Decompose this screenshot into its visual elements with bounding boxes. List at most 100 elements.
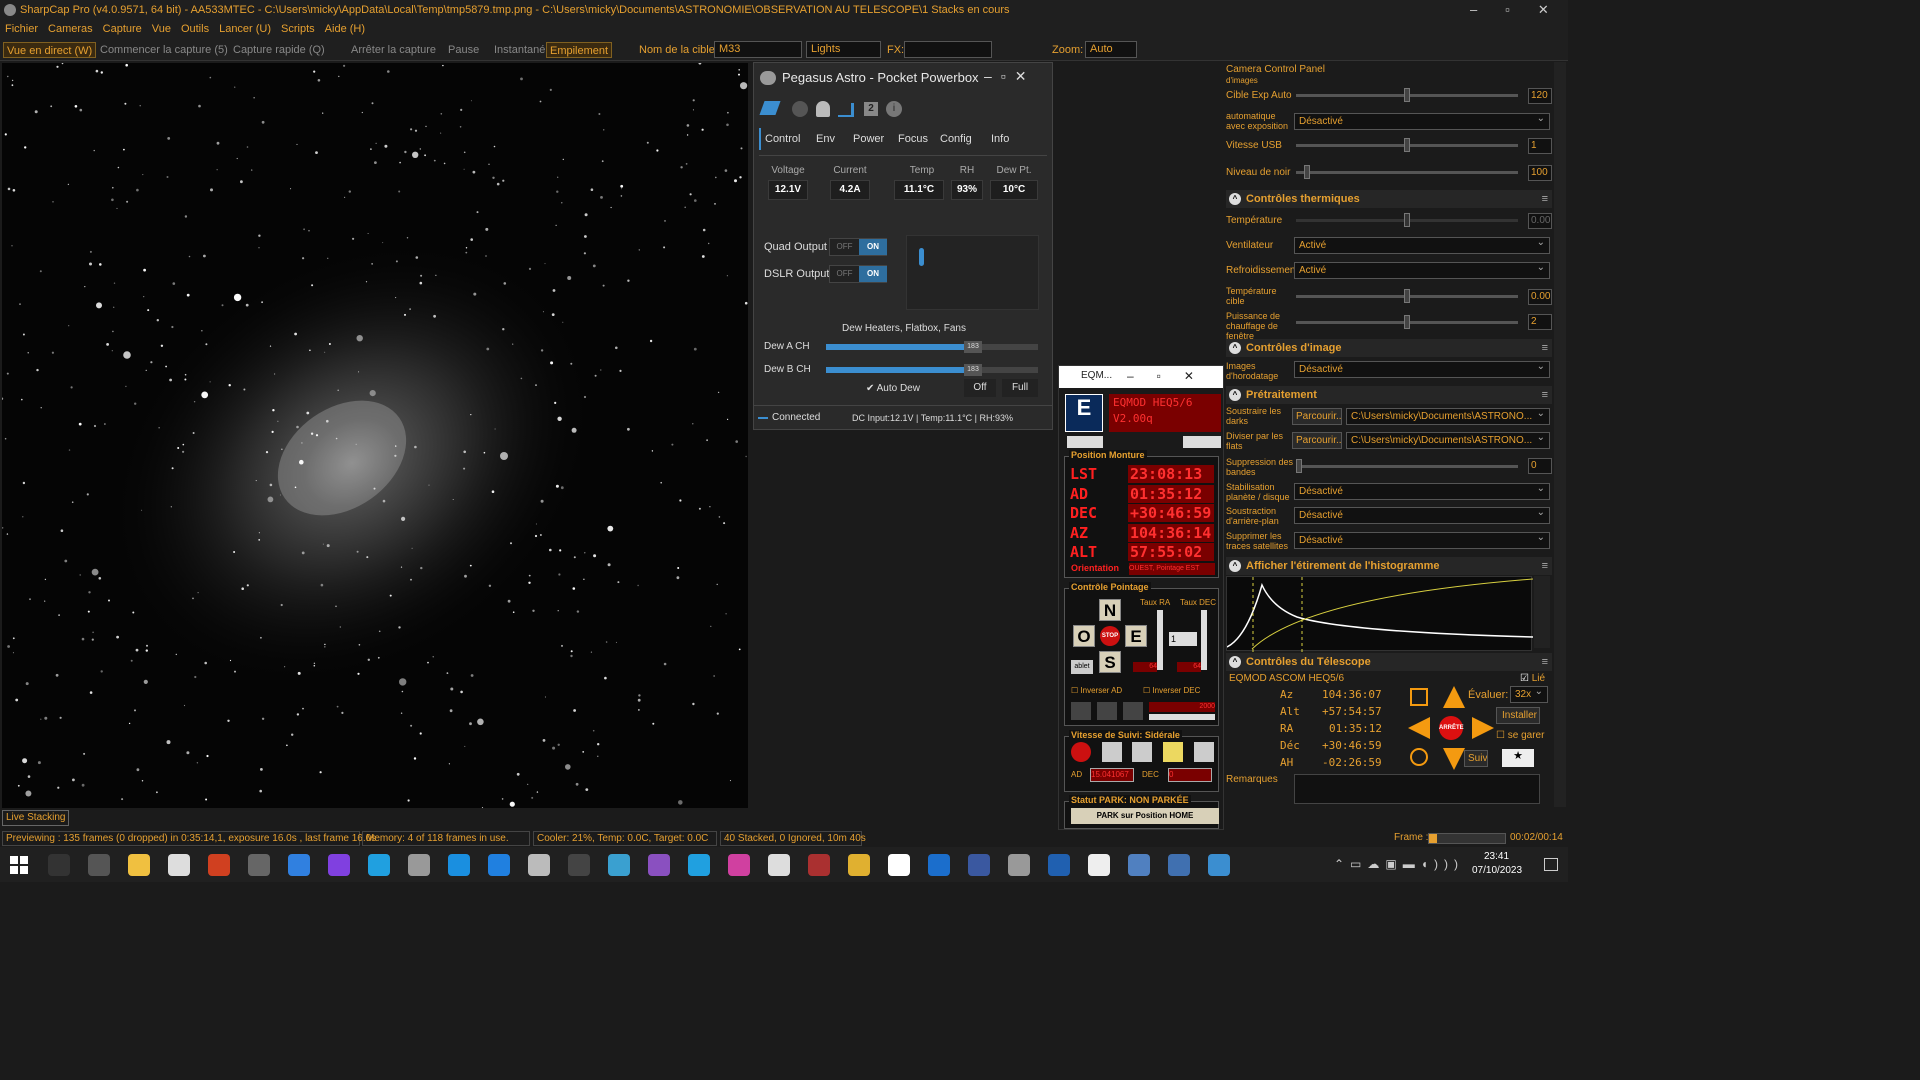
taskbar-app-icon[interactable] bbox=[128, 854, 150, 876]
menu-aide[interactable]: Aide (H) bbox=[320, 20, 370, 39]
stop-button[interactable]: STOP bbox=[1100, 626, 1120, 646]
taskbar-app-icon[interactable] bbox=[648, 854, 670, 876]
dslr-output-toggle[interactable]: OFF ON bbox=[829, 265, 887, 283]
arrow-left-icon[interactable] bbox=[1408, 717, 1430, 739]
invert-ad-checkbox[interactable]: ☐ Inverser AD bbox=[1071, 686, 1122, 695]
menu-scripts[interactable]: Scripts bbox=[276, 20, 320, 39]
taskbar-app-icon[interactable] bbox=[528, 854, 550, 876]
darks-browse-button[interactable]: Parcourir... bbox=[1292, 408, 1342, 425]
tab-power[interactable]: Power bbox=[853, 133, 884, 145]
track-lunar-icon[interactable] bbox=[1132, 742, 1152, 762]
star-select[interactable]: ★ bbox=[1502, 749, 1534, 767]
cooling-select[interactable]: Activé bbox=[1294, 260, 1550, 279]
taskbar-app-icon[interactable] bbox=[208, 854, 230, 876]
menu-icon[interactable]: ≡ bbox=[1542, 653, 1548, 671]
telescope-controls-header[interactable]: ^ Contrôles du Télescope ≡ bbox=[1226, 653, 1552, 671]
pause-button[interactable]: Pause bbox=[448, 42, 479, 58]
stop-capture-button[interactable]: Arrêter la capture bbox=[351, 42, 436, 58]
sync-icon[interactable] bbox=[1410, 688, 1428, 706]
dew-a-slider[interactable] bbox=[826, 344, 1038, 350]
quick-capture-button[interactable]: Capture rapide (Q) bbox=[233, 42, 325, 58]
track-solar-icon[interactable] bbox=[1163, 742, 1183, 762]
taskbar-app-icon[interactable] bbox=[848, 854, 870, 876]
temperature-slider[interactable] bbox=[1296, 213, 1518, 227]
park-checkbox[interactable]: ☐ se garer bbox=[1496, 730, 1544, 741]
track-sidereal-icon[interactable] bbox=[1102, 742, 1122, 762]
taskbar-app-icon[interactable] bbox=[328, 854, 350, 876]
histogram-header[interactable]: ^ Afficher l'étirement de l'histogramme ≡ bbox=[1226, 557, 1552, 575]
track-custom-icon[interactable] bbox=[1194, 742, 1214, 762]
taskbar-app-icon[interactable] bbox=[168, 854, 190, 876]
window-heater-value[interactable]: 2 bbox=[1528, 314, 1552, 330]
taskbar-app-icon[interactable] bbox=[248, 854, 270, 876]
window-heater-slider[interactable] bbox=[1296, 315, 1518, 329]
start-capture-button[interactable]: Commencer la capture (5) bbox=[100, 42, 228, 58]
tab-focus[interactable]: Focus bbox=[898, 133, 928, 145]
live-view-button[interactable]: Vue en direct (W) bbox=[3, 42, 97, 58]
satellite-select[interactable]: Désactivé bbox=[1294, 530, 1550, 549]
frame-progress[interactable] bbox=[1428, 833, 1506, 844]
target-icon[interactable] bbox=[1410, 748, 1428, 766]
up-icon[interactable] bbox=[792, 101, 808, 117]
fan-select[interactable]: Activé bbox=[1294, 235, 1550, 254]
arrow-right-icon[interactable] bbox=[1472, 717, 1494, 739]
remarks-input[interactable] bbox=[1294, 774, 1540, 804]
taskbar-app-icon[interactable] bbox=[1128, 854, 1150, 876]
arrow-down-icon[interactable] bbox=[1443, 748, 1465, 770]
right-scrollbar[interactable] bbox=[1554, 62, 1566, 807]
pulse-slider[interactable] bbox=[1149, 714, 1215, 720]
invert-dec-checkbox[interactable]: ☐ Inverser DEC bbox=[1143, 686, 1200, 695]
rocket-icon[interactable] bbox=[816, 101, 830, 117]
taskbar-app-icon[interactable] bbox=[608, 854, 630, 876]
slew-stop-button[interactable]: ARRÊTE bbox=[1439, 716, 1464, 740]
menu-icon[interactable]: ≡ bbox=[1542, 190, 1548, 208]
menu-cameras[interactable]: Cameras bbox=[43, 20, 98, 39]
live-stacking-tab[interactable]: Live Stacking bbox=[2, 810, 70, 826]
taskbar-app-icon[interactable] bbox=[1048, 854, 1070, 876]
usb-speed-slider[interactable] bbox=[1296, 138, 1518, 152]
menu-outils[interactable]: Outils bbox=[176, 20, 214, 39]
black-level-slider[interactable] bbox=[1296, 165, 1518, 179]
taskbar-app-icon[interactable] bbox=[888, 854, 910, 876]
taskbar-app-icon[interactable] bbox=[768, 854, 790, 876]
rate-select[interactable]: 1 bbox=[1169, 632, 1197, 646]
linked-checkbox[interactable]: ☑ Lié bbox=[1520, 673, 1545, 684]
darks-path-select[interactable]: C:\Users\micky\Documents\ASTRONO... bbox=[1346, 406, 1550, 425]
plug-icon[interactable] bbox=[759, 101, 781, 115]
dew-off-button[interactable]: Off bbox=[964, 379, 996, 397]
quad-output-toggle[interactable]: OFF ON bbox=[829, 238, 887, 256]
signal-icon[interactable] bbox=[838, 103, 854, 117]
target-name-combo[interactable]: M33 bbox=[714, 41, 802, 58]
flats-browse-button[interactable]: Parcourir... bbox=[1292, 432, 1342, 449]
add-device-icon[interactable] bbox=[1067, 436, 1103, 448]
install-button[interactable]: Installer bbox=[1496, 707, 1540, 724]
window-controls[interactable]: –▫✕ bbox=[1470, 2, 1577, 18]
dew-b-slider[interactable] bbox=[826, 367, 1038, 373]
grid-icon[interactable] bbox=[1097, 702, 1117, 720]
tab-info[interactable]: Info bbox=[991, 133, 1009, 145]
rate-ra-slider[interactable] bbox=[1157, 610, 1163, 670]
taskbar-app-icon[interactable] bbox=[808, 854, 830, 876]
menu-fichier[interactable]: Fichier bbox=[0, 20, 43, 39]
taskbar-app-icon[interactable] bbox=[1208, 854, 1230, 876]
preprocessing-header[interactable]: ^ Prétraitement ≡ bbox=[1226, 386, 1552, 404]
taskbar-app-icon[interactable] bbox=[568, 854, 590, 876]
track-stop-icon[interactable] bbox=[1071, 742, 1091, 762]
fx-combo[interactable] bbox=[904, 41, 992, 58]
east-button[interactable]: E bbox=[1125, 625, 1147, 647]
taskbar-app-icon[interactable] bbox=[1168, 854, 1190, 876]
eqmod-window-controls[interactable]: –▫✕ bbox=[1127, 369, 1217, 383]
profile-badge[interactable]: 2 bbox=[864, 102, 878, 116]
south-button[interactable]: S bbox=[1099, 651, 1121, 673]
menu-icon[interactable]: ≡ bbox=[1542, 339, 1548, 357]
histogram-graph[interactable] bbox=[1226, 576, 1534, 652]
cible-exp-slider[interactable] bbox=[1296, 88, 1518, 102]
tab-config[interactable]: Config bbox=[940, 133, 972, 145]
track-dec-value[interactable]: 0 bbox=[1168, 768, 1212, 782]
notification-icon[interactable] bbox=[1544, 858, 1558, 871]
histogram-tools[interactable] bbox=[1534, 576, 1550, 648]
stack-button[interactable]: Empilement bbox=[546, 42, 613, 58]
menu-vue[interactable]: Vue bbox=[147, 20, 176, 39]
flats-path-select[interactable]: C:\Users\micky\Documents\ASTRONO... bbox=[1346, 430, 1550, 449]
background-sub-select[interactable]: Désactivé bbox=[1294, 505, 1550, 524]
